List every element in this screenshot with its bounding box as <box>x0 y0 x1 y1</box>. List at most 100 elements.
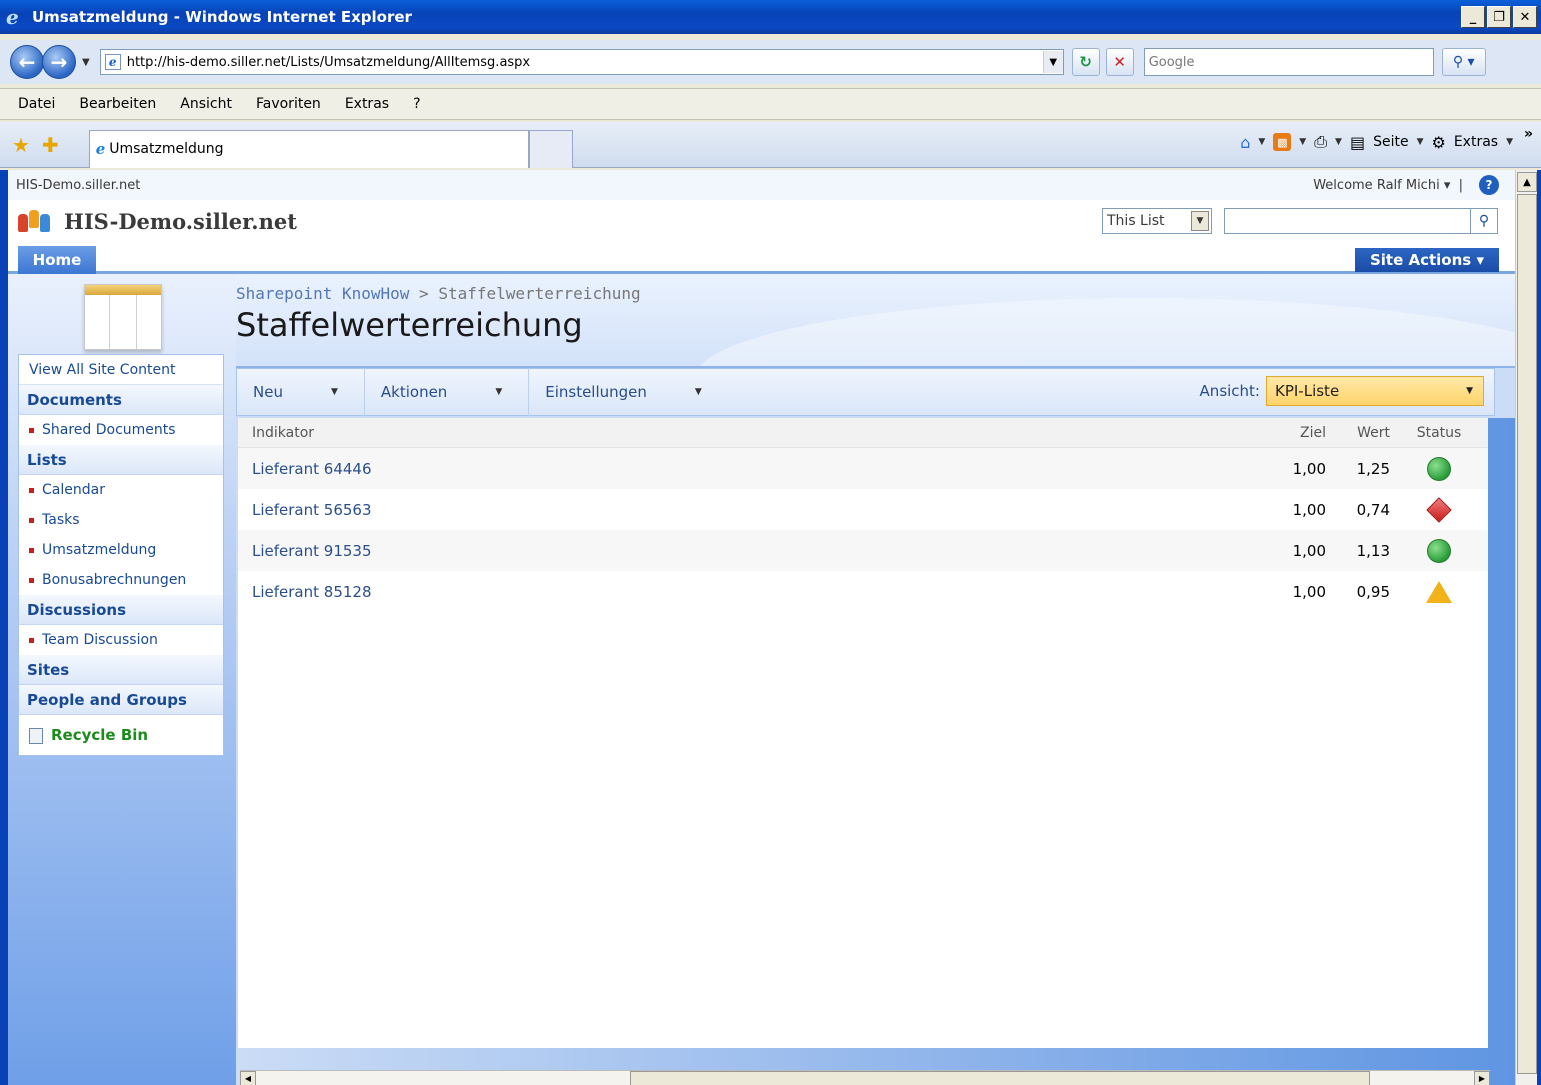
list-toolbar: Neu ▼ Aktionen ▼ Einstellungen ▼ Ansicht: K… <box>236 366 1515 418</box>
ql-shared-documents[interactable]: Shared Documents <box>19 415 223 445</box>
tab-umsatzmeldung[interactable]: e Umsatzmeldung <box>88 129 529 168</box>
global-site-link[interactable]: HIS-Demo.siller.net <box>16 178 140 193</box>
header-goal[interactable]: Ziel <box>1260 425 1326 441</box>
row-indicator-link[interactable]: Lieferant 85128 <box>238 583 1260 601</box>
refresh-button[interactable]: ↻ <box>1071 48 1100 76</box>
row-value: 1,13 <box>1356 541 1390 560</box>
breadcrumb-current[interactable]: Staffelwerterreichung <box>438 284 640 303</box>
page-dropdown-icon[interactable]: ▼ <box>1417 137 1424 147</box>
menu-favoriten[interactable]: Favoriten <box>256 96 321 112</box>
status-green-circle-icon <box>1427 456 1451 481</box>
top-navigation: Home Site Actions ▾ <box>8 244 1515 274</box>
actions-menu[interactable]: Aktionen ▼ <box>365 368 530 416</box>
url-text[interactable]: http://his-demo.siller.net/Lists/Umsatzm… <box>127 55 1043 70</box>
search-icon: ⚲ <box>1478 213 1490 229</box>
home-icon[interactable]: ⌂ <box>1240 133 1250 152</box>
header-status[interactable]: Status <box>1390 425 1488 441</box>
scroll-left-icon[interactable]: ◀ <box>240 1071 256 1085</box>
menu-ansicht[interactable]: Ansicht <box>180 96 232 112</box>
close-button[interactable]: ✕ <box>1513 6 1537 28</box>
vertical-scroll-thumb[interactable] <box>1517 194 1537 1074</box>
ql-team-discussion[interactable]: Team Discussion <box>19 625 223 655</box>
tools-menu[interactable]: Extras <box>1454 134 1498 150</box>
status-red-diamond-icon <box>1426 497 1452 523</box>
page-menu[interactable]: Seite <box>1373 134 1409 150</box>
ql-sites-heading[interactable]: Sites <box>19 655 223 685</box>
row-indicator-link[interactable]: Lieferant 56563 <box>238 501 1260 519</box>
menu-extras[interactable]: Extras <box>345 96 389 112</box>
forward-button[interactable]: → <box>42 45 76 79</box>
ql-lists-heading[interactable]: Lists <box>19 445 223 475</box>
ql-bonusabrechnungen[interactable]: Bonusabrechnungen <box>19 565 223 595</box>
ql-tasks[interactable]: Tasks <box>19 505 223 535</box>
vertical-scrollbar[interactable]: ▲ <box>1515 170 1537 1085</box>
ql-documents-heading[interactable]: Documents <box>19 385 223 415</box>
table-row: Lieferant 56563 1,00 0,74 <box>238 489 1488 530</box>
maximize-button[interactable]: ❐ <box>1487 6 1511 28</box>
search-button[interactable]: ⚲ ▾ <box>1441 48 1486 76</box>
tools-dropdown-icon[interactable]: ▼ <box>1506 137 1513 147</box>
print-dropdown-icon[interactable]: ▼ <box>1335 137 1342 147</box>
site-title[interactable]: HIS-Demo.siller.net <box>64 209 297 234</box>
scope-dropdown-icon[interactable]: ▼ <box>1191 211 1209 231</box>
ql-recycle-bin[interactable]: Recycle Bin <box>19 715 223 755</box>
table-row: Lieferant 91535 1,00 1,13 <box>238 530 1488 571</box>
view-dropdown-icon: ▼ <box>1466 386 1473 396</box>
new-tab-button[interactable] <box>528 129 573 168</box>
scroll-right-icon[interactable]: ▶ <box>1474 1071 1490 1085</box>
menu-bar: Datei Bearbeiten Ansicht Favoriten Extra… <box>0 88 1541 120</box>
ql-calendar[interactable]: Calendar <box>19 475 223 505</box>
help-icon[interactable]: ? <box>1479 175 1499 195</box>
back-button[interactable]: ← <box>10 45 44 79</box>
favorites-star-icon[interactable]: ★ <box>12 133 30 157</box>
ql-discussions-heading[interactable]: Discussions <box>19 595 223 625</box>
command-bar: ⌂ ▼ ▩ ▼ ⎙ ▼ ▤ Seite ▼ ⚙ Extras ▼ <box>1240 132 1513 152</box>
actions-menu-label: Aktionen <box>380 383 448 401</box>
view-selector: Ansicht: KPI-Liste ▼ <box>1200 376 1484 406</box>
rss-dropdown-icon[interactable]: ▼ <box>1299 137 1306 147</box>
welcome-menu[interactable]: Welcome Ralf Michi ▾ | <box>1313 178 1463 193</box>
stop-button[interactable]: ✕ <box>1105 48 1134 76</box>
search-scope-select[interactable]: This List ▼ <box>1102 208 1212 234</box>
site-search-button[interactable]: ⚲ <box>1470 208 1498 234</box>
horizontal-scroll-thumb[interactable] <box>630 1071 1370 1085</box>
window-controls: _ ❐ ✕ <box>1461 6 1537 28</box>
breadcrumb-root[interactable]: Sharepoint KnowHow <box>236 284 409 303</box>
view-all-site-content-link[interactable]: View All Site Content <box>19 355 223 385</box>
header-indicator[interactable]: Indikator <box>238 425 1260 441</box>
add-favorite-icon[interactable]: ✚ <box>42 133 59 157</box>
print-icon[interactable]: ⎙ <box>1314 132 1327 152</box>
forward-arrow-icon: → <box>50 50 68 74</box>
site-actions-menu[interactable]: Site Actions ▾ <box>1355 248 1499 272</box>
menu-bearbeiten[interactable]: Bearbeiten <box>79 96 156 112</box>
list-image-icon <box>84 284 162 350</box>
row-goal: 1,00 <box>1292 582 1326 601</box>
table-row: Lieferant 85128 1,00 0,95 <box>238 571 1488 612</box>
rss-icon[interactable]: ▩ <box>1273 133 1292 151</box>
site-search-input[interactable] <box>1224 208 1474 234</box>
view-value: KPI-Liste <box>1275 382 1340 400</box>
window-title-bar: e Umsatzmeldung - Windows Internet Explo… <box>0 0 1541 34</box>
view-select[interactable]: KPI-Liste ▼ <box>1266 376 1484 406</box>
new-menu[interactable]: Neu ▼ <box>237 368 365 416</box>
ql-people-groups-heading[interactable]: People and Groups <box>19 685 223 715</box>
title-swoosh <box>695 298 1515 366</box>
history-dropdown-icon[interactable]: ▼ <box>82 57 90 68</box>
settings-menu[interactable]: Einstellungen ▼ <box>529 368 728 416</box>
url-field[interactable]: e http://his-demo.siller.net/Lists/Umsat… <box>99 49 1064 75</box>
horizontal-scrollbar[interactable]: ◀ ▶ <box>240 1070 1490 1085</box>
search-input[interactable]: Google <box>1143 48 1434 76</box>
scroll-up-icon[interactable]: ▲ <box>1517 172 1537 192</box>
row-indicator-link[interactable]: Lieferant 91535 <box>238 542 1260 560</box>
row-indicator-link[interactable]: Lieferant 64446 <box>238 460 1260 478</box>
ql-umsatzmeldung[interactable]: Umsatzmeldung <box>19 535 223 565</box>
url-dropdown-icon[interactable]: ▼ <box>1042 51 1063 73</box>
tab-home[interactable]: Home <box>18 246 96 274</box>
header-value[interactable]: Wert <box>1326 425 1390 441</box>
menu-datei[interactable]: Datei <box>18 96 55 112</box>
minimize-button[interactable]: _ <box>1461 6 1485 28</box>
menu-help[interactable]: ? <box>413 96 420 112</box>
chevron-more-icon[interactable]: » <box>1524 126 1533 142</box>
home-dropdown-icon[interactable]: ▼ <box>1258 137 1265 147</box>
actions-dropdown-icon: ▼ <box>495 387 503 397</box>
